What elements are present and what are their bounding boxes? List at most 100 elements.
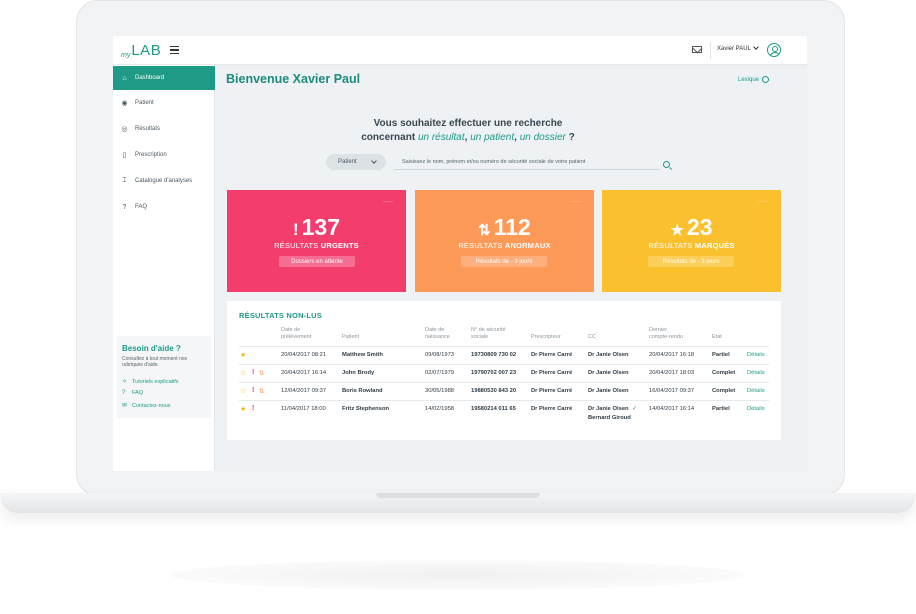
cell-etat: Partiel <box>712 406 730 412</box>
star-outline-icon[interactable]: ☆ <box>240 387 246 395</box>
search-type-select[interactable]: Patient <box>326 154 386 170</box>
more-icon[interactable]: ····· <box>758 199 768 205</box>
header-line: Date de <box>281 327 301 333</box>
sidebar-item-label: Catalogue d'analyses <box>135 178 193 184</box>
help-title: Besoin d'aide ? <box>122 344 181 353</box>
cell-prescripteur: Dr Pierre Carré <box>531 352 573 358</box>
card-urgents[interactable]: ····· ! 137 RÉSULTATS URGENTS Dossiers en… <box>227 190 406 292</box>
header-line: sociale <box>471 334 489 340</box>
cell-cc: Dr Janie Olsen <box>588 388 629 394</box>
col-naissance[interactable]: Date de naissance <box>425 327 450 341</box>
search-question-line2: concernant un résultat, un patient, un d… <box>263 132 673 143</box>
details-link[interactable]: Détails <box>747 406 765 412</box>
chevron-down-icon <box>371 158 377 164</box>
cell-secu: 19790702 007 23 <box>471 370 517 376</box>
search-type-value: Patient <box>338 159 357 165</box>
search-icon[interactable] <box>663 161 670 168</box>
prescription-icon: ▯ <box>122 152 127 159</box>
cell-patient: Boris Rowland <box>342 388 383 394</box>
help-link-contact[interactable]: ✉ Contactez-nous <box>122 402 171 410</box>
question-option-resultat: un résultat <box>417 132 465 143</box>
col-cc[interactable]: CC <box>588 334 596 341</box>
star-icon: ★ <box>670 222 684 239</box>
card-label-bold: URGENTS <box>320 241 359 250</box>
up-down-arrows-icon: ⇅ <box>478 222 491 239</box>
user-name[interactable]: Xavier PAUL <box>717 46 751 52</box>
user-avatar-icon[interactable] <box>767 43 781 57</box>
sidebar-item-faq[interactable]: ? FAQ <box>113 195 215 219</box>
header-line: Date de <box>425 327 445 333</box>
card-pill[interactable]: Résultats de - 3 jours <box>461 256 547 267</box>
cell-date: 20/04/2017 08:21 <box>281 352 327 358</box>
eye-icon: ◎ <box>121 126 128 133</box>
laptop-base <box>0 493 916 513</box>
table-row[interactable]: ☆ ! ⇅ 20/04/2017 16:14 John Brody 02/07/… <box>227 365 781 382</box>
cell-cc: Dr Janie Olsen <box>588 406 629 412</box>
cell-cc: Dr Janie Olsen <box>588 352 629 358</box>
col-date-prelevement[interactable]: Date de prélèvement <box>281 327 311 341</box>
cell-prescripteur: Dr Pierre Carré <box>531 406 573 412</box>
more-icon[interactable]: ····· <box>383 199 393 205</box>
laptop-shadow <box>170 560 746 590</box>
cell-cc: Dr Janie Olsen <box>588 370 629 376</box>
help-link-tutoriels[interactable]: ✧ Tutoriels explicatifs <box>122 378 179 386</box>
help-link-label: Tutoriels explicatifs <box>132 378 179 385</box>
col-patient[interactable]: Patient <box>342 334 359 341</box>
chevron-down-icon[interactable] <box>753 44 759 50</box>
card-count-value: 23 <box>686 214 713 240</box>
sidebar-item-prescription[interactable]: ▯ Prescription <box>113 143 215 167</box>
details-link[interactable]: Détails <box>747 370 765 376</box>
card-anormaux[interactable]: ····· ⇅ 112 RÉSULTATS ANORMAUX Résultats … <box>415 190 594 292</box>
details-link[interactable]: Détails <box>747 388 765 394</box>
cell-etat: Complet <box>712 388 736 394</box>
sidebar-item-patient[interactable]: ◉ Patient <box>113 91 215 115</box>
cell-date: 20/04/2017 16:14 <box>281 370 327 376</box>
sidebar-item-dashboard[interactable]: ⌂ Dashboard <box>113 66 215 90</box>
card-marques[interactable]: ····· ★ 23 RÉSULTATS MARQUÉS Résultats de… <box>602 190 781 292</box>
dashboard-icon: ⌂ <box>122 74 127 82</box>
cell-secu: 19880530 843 20 <box>471 388 517 394</box>
question-icon: ? <box>122 390 126 396</box>
star-filled-icon[interactable]: ★ <box>240 351 246 359</box>
hamburger-menu-icon[interactable] <box>170 46 179 54</box>
details-link[interactable]: Détails <box>747 352 765 358</box>
sidebar-item-label: Résultats <box>135 126 161 132</box>
app-logo[interactable]: my LAB <box>121 41 161 59</box>
help-link-faq[interactable]: ? FAQ <box>122 390 143 396</box>
card-pill[interactable]: Résultats de - 3 jours <box>648 256 734 267</box>
cell-naissance: 14/02/1958 <box>425 406 455 412</box>
col-prescripteur[interactable]: Prescripteur <box>531 334 561 341</box>
table-row[interactable]: ★ ! 11/04/2017 18:00 Fritz Stephenson 14… <box>227 401 781 425</box>
patient-icon: ◉ <box>121 100 128 107</box>
page-title: Bienvenue Xavier Paul <box>226 72 361 86</box>
logo-my: my <box>121 52 131 59</box>
question-suffix: ? <box>565 132 575 143</box>
table-row[interactable]: ☆ ! ⇅ 12/04/2017 09:37 Boris Rowland 30/… <box>227 383 781 400</box>
card-count: ★ 23 <box>602 214 781 241</box>
mail-icon[interactable] <box>692 46 702 53</box>
cell-dernier: 20/04/2017 18:03 <box>649 370 695 376</box>
search-input[interactable]: Saisissez le nom, prénom et/ou numéro de… <box>394 154 660 170</box>
sidebar-item-label: Dashboard <box>135 75 165 81</box>
star-filled-icon[interactable]: ★ <box>240 405 246 413</box>
col-dernier[interactable]: Dernier compte-rendu <box>649 327 683 341</box>
sidebar-item-catalogue[interactable]: ⌶ Catalogue d'analyses <box>113 169 215 193</box>
urgent-icon: ! <box>252 404 255 412</box>
search-placeholder: Saisissez le nom, prénom et/ou numéro de… <box>402 158 586 165</box>
question-option-dossier: un dossier <box>519 132 566 143</box>
star-outline-icon[interactable]: ☆ <box>240 369 246 377</box>
lexique-link[interactable]: Lexique <box>738 76 770 83</box>
exclamation-icon: ! <box>292 220 299 239</box>
card-pill[interactable]: Dossiers en attente <box>279 256 355 267</box>
cell-cc-secondary: Bernard Giroud <box>588 415 631 421</box>
more-icon[interactable]: ····· <box>571 199 581 205</box>
col-secu[interactable]: N° de sécurité sociale <box>471 327 506 341</box>
header-line: N° de sécurité <box>471 327 506 333</box>
sidebar-item-resultats[interactable]: ◎ Résultats <box>113 117 215 141</box>
card-label: RÉSULTATS ANORMAUX <box>415 241 594 250</box>
cell-secu: 19580214 011 65 <box>471 406 516 412</box>
cell-secu: 19730809 730 02 <box>471 352 517 358</box>
table-row[interactable]: ★ 20/04/2017 08:21 Matthew Smith 09/08/1… <box>227 347 781 364</box>
sidebar-item-label: Patient <box>135 100 154 106</box>
col-etat[interactable]: Etat <box>712 334 722 341</box>
